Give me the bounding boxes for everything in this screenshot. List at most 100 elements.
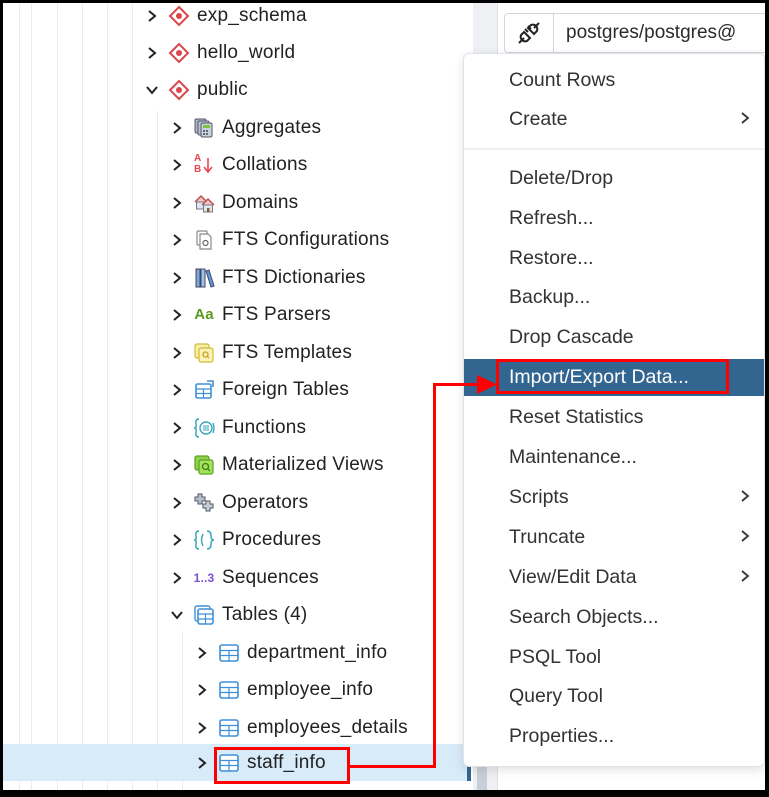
tree-item-fts-templates[interactable]: FTS Templates: [166, 334, 466, 371]
chevron-right-icon[interactable]: [166, 196, 188, 210]
collations-glyph-a: A: [194, 152, 202, 164]
tree-item-label: FTS Dictionaries: [222, 266, 366, 288]
tree-indent-guide: [57, 3, 58, 790]
menu-item-properties[interactable]: Properties...: [464, 718, 764, 755]
menu-item-count-rows[interactable]: Count Rows: [464, 62, 764, 99]
schema-icon: [166, 79, 192, 101]
annotation-arrow-segment: [433, 383, 483, 386]
chevron-right-icon[interactable]: [166, 233, 188, 247]
tree-item-table-department-info[interactable]: department_info: [191, 634, 467, 671]
tree-item-table-employees-details[interactable]: employees_details: [191, 709, 467, 746]
tree-item-label: Collations: [222, 153, 308, 175]
menu-item-label: Query Tool: [509, 685, 603, 707]
tree-item-fts-dictionaries[interactable]: FTS Dictionaries: [166, 259, 466, 296]
chevron-right-icon[interactable]: [166, 458, 188, 472]
chevron-right-icon[interactable]: [166, 271, 188, 285]
tree-item-procedures[interactable]: Procedures: [166, 521, 466, 558]
chevron-right-icon[interactable]: [191, 756, 213, 770]
tree-item-foreign-tables[interactable]: Foreign Tables: [166, 371, 466, 408]
menu-item-label: Create: [509, 108, 568, 130]
tree-indent-guide: [31, 3, 32, 790]
tree-item-label: Functions: [222, 416, 307, 438]
chevron-right-icon: [740, 487, 750, 508]
chevron-down-icon[interactable]: [166, 610, 188, 620]
sequences-icon: 1..3: [193, 570, 215, 585]
tree-item-operators[interactable]: Operators: [166, 484, 466, 521]
chevron-right-icon[interactable]: [191, 683, 213, 697]
tree-item-aggregates[interactable]: Aggregates: [166, 109, 466, 146]
menu-item-psql-tool[interactable]: PSQL Tool: [464, 639, 764, 676]
chevron-right-icon[interactable]: [166, 308, 188, 322]
chevron-right-icon[interactable]: [191, 646, 213, 660]
chevron-right-icon[interactable]: [166, 121, 188, 135]
chevron-right-icon: [740, 527, 750, 548]
tree-item-collations[interactable]: A B Collations: [166, 146, 466, 183]
menu-item-scripts[interactable]: Scripts: [464, 479, 764, 516]
tree-item-domains[interactable]: Domains: [166, 184, 466, 221]
chevron-right-icon: [740, 109, 750, 130]
chevron-right-icon[interactable]: [191, 721, 213, 735]
menu-item-refresh[interactable]: Refresh...: [464, 200, 764, 237]
tree-indent-guide: [19, 3, 20, 790]
menu-item-drop-cascade[interactable]: Drop Cascade: [464, 319, 764, 356]
tree-item-table-employee-info[interactable]: employee_info: [191, 671, 467, 708]
annotation-highlight-staff-info: [214, 747, 350, 784]
menu-item-label: Backup...: [509, 286, 591, 308]
menu-item-create[interactable]: Create: [464, 101, 764, 138]
tree-item-fts-configurations[interactable]: FTS Configurations: [166, 221, 466, 258]
tree-item-exp-schema[interactable]: exp_schema: [141, 3, 461, 34]
tree-item-hello-world[interactable]: hello_world: [141, 34, 461, 71]
chevron-down-icon[interactable]: [141, 85, 163, 95]
chevron-right-icon[interactable]: [166, 383, 188, 397]
tree-indent-guide: [157, 111, 158, 790]
tree-item-label: FTS Configurations: [222, 228, 390, 250]
chevron-right-icon[interactable]: [166, 533, 188, 547]
chevron-right-icon[interactable]: [166, 496, 188, 510]
menu-item-reset-statistics[interactable]: Reset Statistics: [464, 399, 764, 436]
menu-item-label: PSQL Tool: [509, 646, 602, 668]
menu-item-restore[interactable]: Restore...: [464, 240, 764, 277]
tree-item-label: department_info: [247, 641, 388, 663]
tree-item-functions[interactable]: Functions: [166, 409, 466, 446]
menu-item-label: Count Rows: [509, 69, 616, 91]
tree-item-label: Materialized Views: [222, 453, 384, 475]
menu-item-label: Drop Cascade: [509, 326, 634, 348]
tree-item-label: employee_info: [247, 678, 374, 700]
foreign-tables-icon: [191, 379, 217, 401]
tree-item-tables[interactable]: Tables (4): [166, 596, 466, 633]
tree-item-label: FTS Parsers: [222, 303, 331, 325]
menu-item-search-objects[interactable]: Search Objects...: [464, 599, 764, 636]
collations-icon: A B: [191, 152, 217, 176]
tree-item-label: Operators: [222, 491, 309, 513]
chevron-right-icon[interactable]: [166, 571, 188, 585]
chevron-right-icon[interactable]: [166, 421, 188, 435]
tree-item-sequences[interactable]: 1..3 Sequences: [166, 559, 466, 596]
menu-item-truncate[interactable]: Truncate: [464, 519, 764, 556]
chevron-right-icon[interactable]: [141, 46, 163, 60]
fts-parsers-icon: Aa: [194, 306, 214, 323]
tree-item-fts-parsers[interactable]: Aa FTS Parsers: [166, 296, 466, 333]
menu-item-label: Delete/Drop: [509, 167, 614, 189]
tree-item-public[interactable]: public: [141, 71, 461, 108]
connection-selector[interactable]: postgres/postgres@: [504, 13, 765, 53]
chevron-right-icon[interactable]: [141, 9, 163, 23]
tree-item-label: Domains: [222, 191, 299, 213]
menu-item-label: Restore...: [509, 247, 594, 269]
functions-icon: [191, 417, 217, 439]
tree-item-materialized-views[interactable]: Materialized Views: [166, 446, 466, 483]
menu-item-label: Refresh...: [509, 207, 594, 229]
menu-item-maintenance[interactable]: Maintenance...: [464, 439, 764, 476]
menu-item-query-tool[interactable]: Query Tool: [464, 678, 764, 715]
menu-item-label: Truncate: [509, 526, 586, 548]
menu-item-backup[interactable]: Backup...: [464, 279, 764, 316]
menu-item-view-edit-data[interactable]: View/Edit Data: [464, 559, 764, 596]
chevron-right-icon[interactable]: [166, 346, 188, 360]
menu-item-label: Maintenance...: [509, 446, 637, 468]
menu-item-label: Search Objects...: [509, 606, 659, 628]
menu-item-delete-drop[interactable]: Delete/Drop: [464, 160, 764, 197]
chevron-right-icon[interactable]: [166, 158, 188, 172]
annotation-arrow-segment: [433, 383, 436, 768]
plug-connected-icon[interactable]: [505, 14, 554, 52]
annotation-arrowhead-icon: [477, 375, 497, 394]
menu-item-label: Scripts: [509, 486, 569, 508]
